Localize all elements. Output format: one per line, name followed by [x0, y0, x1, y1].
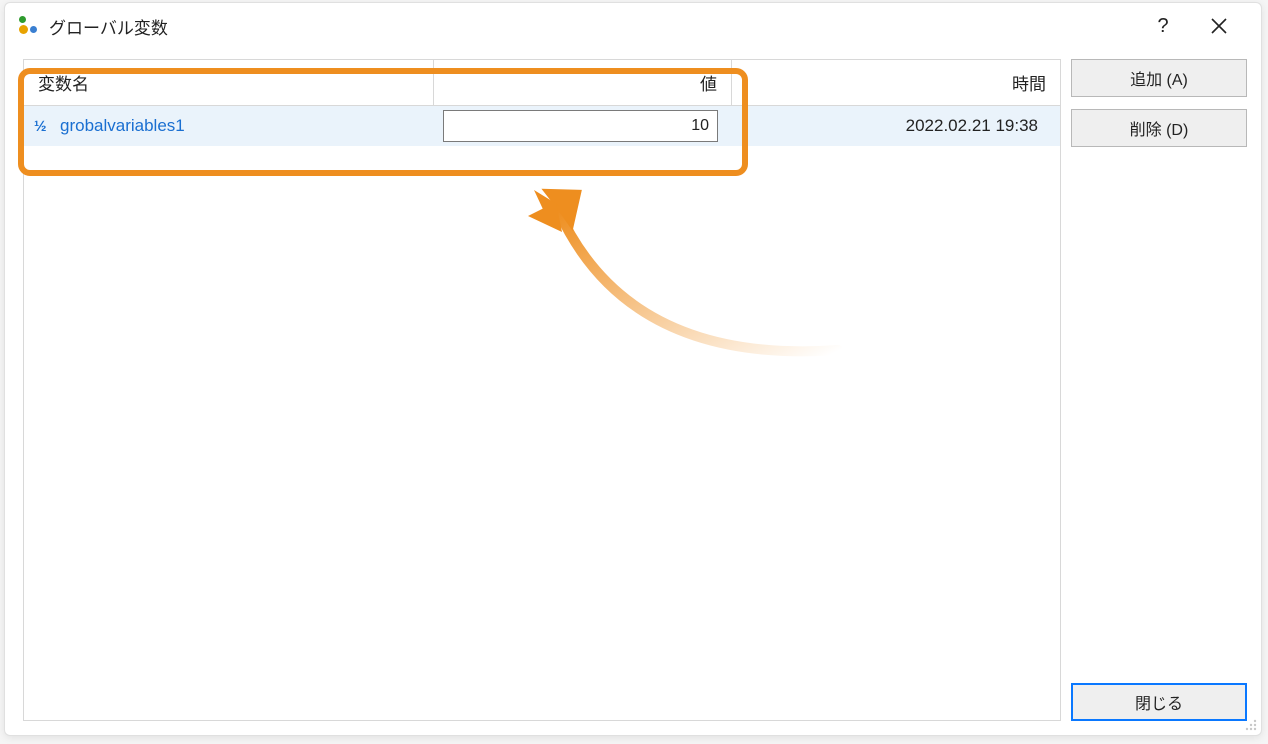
delete-button[interactable]: 削除 (D) — [1071, 109, 1247, 147]
button-sidebar: 追加 (A) 削除 (D) 閉じる — [1061, 59, 1247, 721]
help-button[interactable]: ? — [1135, 3, 1191, 49]
close-button[interactable]: 閉じる — [1071, 683, 1247, 721]
client-area: 変数名 値 時間 ½ grobalvariables1 2022.02.21 1… — [5, 49, 1261, 735]
dialog-window: グローバル変数 ? 変数名 値 時間 ½ grobalvariables1 20… — [4, 2, 1262, 736]
column-header-time[interactable]: 時間 — [732, 60, 1060, 105]
close-icon[interactable] — [1191, 3, 1247, 49]
cell-name: ½ grobalvariables1 — [24, 116, 434, 136]
add-button[interactable]: 追加 (A) — [1071, 59, 1247, 97]
variables-table: 変数名 値 時間 ½ grobalvariables1 2022.02.21 1… — [23, 59, 1061, 721]
window-title: グローバル変数 — [49, 14, 168, 39]
column-header-value[interactable]: 値 — [434, 60, 732, 105]
value-input[interactable] — [443, 110, 718, 142]
resize-grip-icon[interactable] — [1241, 715, 1259, 733]
cell-value — [434, 106, 732, 146]
column-header-name[interactable]: 変数名 — [24, 60, 434, 105]
titlebar: グローバル変数 ? — [5, 3, 1261, 49]
app-icon — [19, 16, 39, 36]
cell-time: 2022.02.21 19:38 — [732, 116, 1060, 136]
fraction-icon: ½ — [34, 118, 54, 135]
table-header: 変数名 値 時間 — [24, 60, 1060, 106]
variable-name-text: grobalvariables1 — [60, 116, 185, 136]
table-row[interactable]: ½ grobalvariables1 2022.02.21 19:38 — [24, 106, 1060, 146]
